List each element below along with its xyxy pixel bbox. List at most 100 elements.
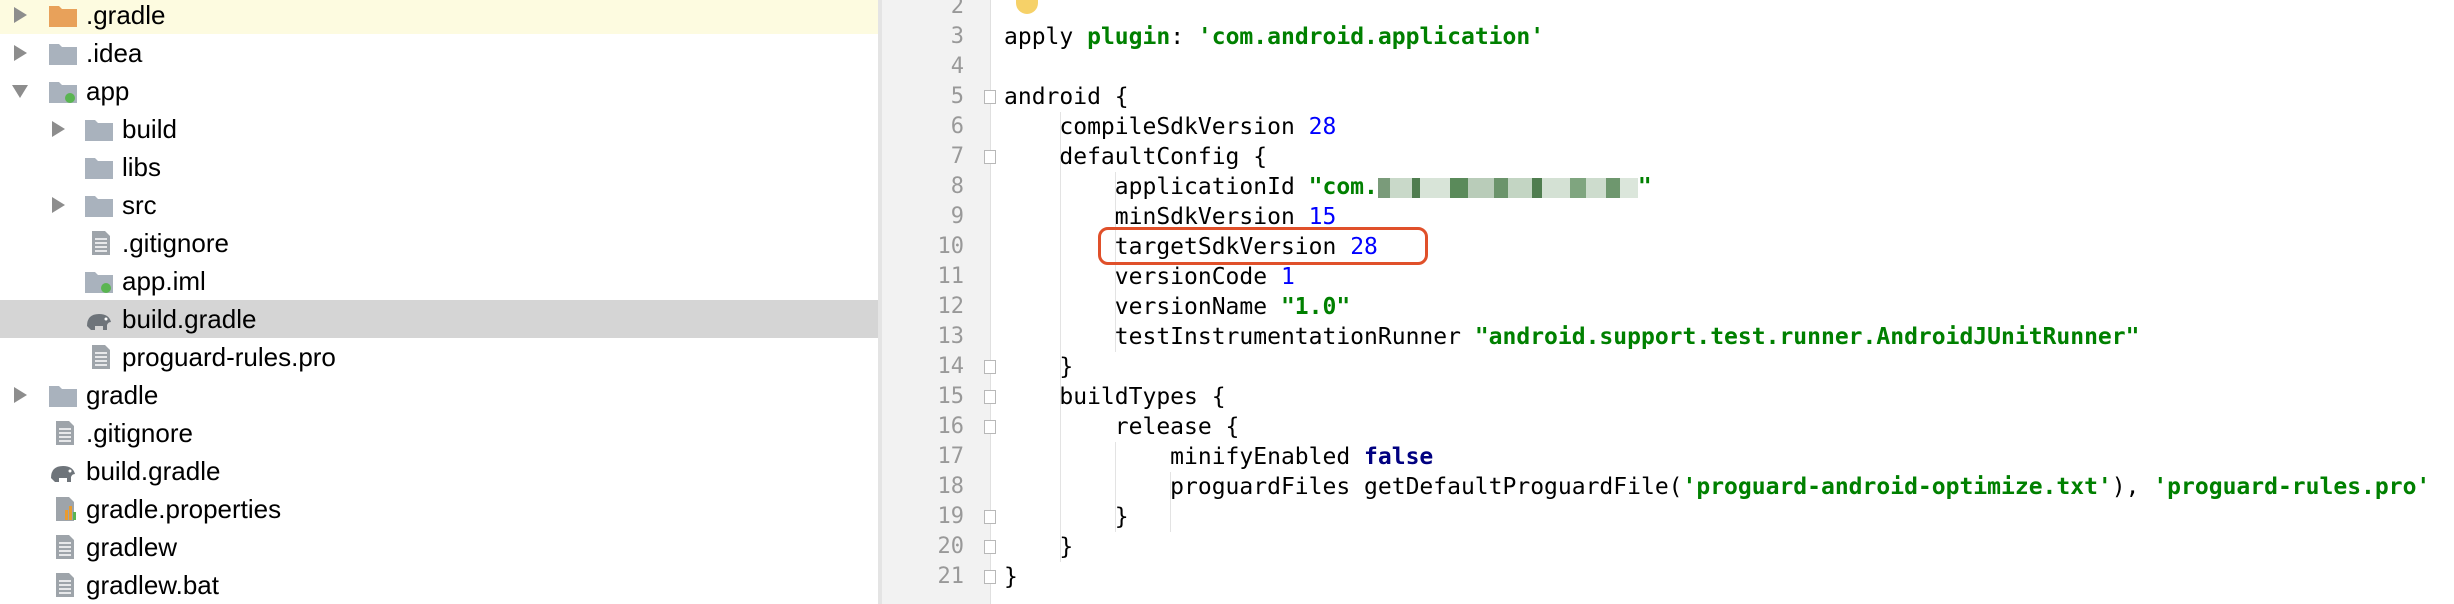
tree-item-label: build.gradle xyxy=(86,456,221,486)
tree-item-app-build-gradle[interactable]: build.gradle xyxy=(0,300,878,338)
line-number: 9 xyxy=(950,204,964,229)
tree-item-build-dir[interactable]: build xyxy=(0,110,878,148)
tree-item-label: app.iml xyxy=(122,266,206,296)
tree-item-label: gradle.properties xyxy=(86,494,282,524)
line-number: 15 xyxy=(937,384,965,409)
tree-item-idea[interactable]: .idea xyxy=(0,34,878,72)
tree-item-label: build.gradle xyxy=(122,304,257,334)
line-number: 18 xyxy=(937,474,965,499)
line-number: 21 xyxy=(937,564,965,589)
tree-item-gradle[interactable]: gradle xyxy=(0,376,878,414)
code-line-12: versionName "1.0" xyxy=(1004,294,1351,320)
tree-item-gitignore[interactable]: .gitignore xyxy=(0,414,878,452)
line-number: 5 xyxy=(950,84,964,109)
fold-marker-icon[interactable] xyxy=(984,540,996,554)
code-line-11: versionCode 1 xyxy=(1004,264,1295,290)
tree-item-src[interactable]: src xyxy=(0,186,878,224)
properties-file-icon xyxy=(56,497,76,521)
line-number: 19 xyxy=(937,504,965,529)
folder-orange-icon xyxy=(49,6,77,27)
tree-item-app[interactable]: app xyxy=(0,72,878,110)
tree-item-label: gradlew.bat xyxy=(86,570,219,600)
tree-item-app-iml[interactable]: app.iml xyxy=(0,262,878,300)
code-line-16: release { xyxy=(1004,414,1240,440)
fold-marker-icon[interactable] xyxy=(984,390,996,404)
tree-item-label: build xyxy=(122,114,177,144)
text-file-icon xyxy=(56,421,74,445)
code-line-18: proguardFiles getDefaultProguardFile('pr… xyxy=(1004,474,2431,500)
line-number: 13 xyxy=(937,324,965,349)
folder-icon xyxy=(85,196,113,217)
folder-icon xyxy=(85,120,113,141)
line-number: 14 xyxy=(937,354,965,379)
tree-item-label: proguard-rules.pro xyxy=(122,342,336,372)
project-tree: .gradle .idea app build libs src .gitign… xyxy=(0,0,878,604)
code-line-17: minifyEnabled false xyxy=(1004,444,1434,470)
highlight-annotation xyxy=(1098,227,1428,265)
collapse-arrow-icon[interactable] xyxy=(12,85,28,98)
fold-marker-icon[interactable] xyxy=(984,570,996,584)
code-line-3: apply plugin: 'com.android.application' xyxy=(1004,24,1545,50)
line-number: 4 xyxy=(950,54,964,79)
line-number: 2 xyxy=(950,0,964,19)
tree-item-proguard-rules[interactable]: proguard-rules.pro xyxy=(0,338,878,376)
line-number: 17 xyxy=(937,444,965,469)
line-number: 3 xyxy=(950,24,964,49)
tree-item-app-gitignore[interactable]: .gitignore xyxy=(0,224,878,262)
line-number: 8 xyxy=(950,174,964,199)
module-folder-icon xyxy=(49,82,77,103)
code-line-19: } xyxy=(1004,504,1129,530)
tree-item-gradle-dir[interactable]: .gradle xyxy=(0,0,878,34)
code-line-14: } xyxy=(1004,354,1074,380)
code-line-8: applicationId "com. " xyxy=(1004,174,1652,200)
tree-item-gradlew-bat[interactable]: gradlew.bat xyxy=(0,566,878,604)
line-number: 11 xyxy=(937,264,965,289)
fold-marker-icon[interactable] xyxy=(984,90,996,104)
fold-marker-icon[interactable] xyxy=(984,510,996,524)
folder-icon xyxy=(85,158,113,179)
code-line-5: android { xyxy=(1004,84,1129,110)
expand-arrow-icon[interactable] xyxy=(14,45,27,61)
tree-item-label: libs xyxy=(122,152,162,182)
tree-item-label: src xyxy=(122,190,157,220)
line-number: 16 xyxy=(937,414,965,439)
tree-item-label: .gitignore xyxy=(122,228,229,258)
code-line-15: buildTypes { xyxy=(1004,384,1226,410)
folder-icon xyxy=(49,386,77,407)
tree-item-gradle-properties[interactable]: gradle.properties xyxy=(0,490,878,528)
text-file-icon xyxy=(92,345,110,369)
expand-arrow-icon[interactable] xyxy=(14,387,27,403)
expand-arrow-icon[interactable] xyxy=(14,7,27,23)
tree-item-label: .idea xyxy=(86,38,143,68)
expand-arrow-icon[interactable] xyxy=(52,197,65,213)
code-line-7: defaultConfig { xyxy=(1004,144,1268,170)
gradle-elephant-icon xyxy=(51,466,75,482)
tree-item-gradlew[interactable]: gradlew xyxy=(0,528,878,566)
redacted-text xyxy=(1377,174,1638,200)
fold-marker-icon[interactable] xyxy=(984,150,996,164)
code-line-20: } xyxy=(1004,534,1074,560)
code-line-21: } xyxy=(1004,564,1018,590)
line-number: 10 xyxy=(937,234,965,259)
tree-item-libs[interactable]: libs xyxy=(0,148,878,186)
tree-item-label: .gitignore xyxy=(86,418,193,448)
fold-marker-icon[interactable] xyxy=(984,360,996,374)
code-line-13: testInstrumentationRunner "android.suppo… xyxy=(1004,324,2140,350)
module-file-icon xyxy=(85,272,113,293)
line-number: 6 xyxy=(950,114,964,139)
folder-icon xyxy=(49,44,77,65)
line-number: 20 xyxy=(937,534,965,559)
fold-marker-icon[interactable] xyxy=(984,420,996,434)
tree-item-label: app xyxy=(86,76,130,106)
tree-item-label: gradlew xyxy=(86,532,178,562)
tree-item-build-gradle[interactable]: build.gradle xyxy=(0,452,878,490)
text-file-icon xyxy=(92,231,110,255)
expand-arrow-icon[interactable] xyxy=(52,121,65,137)
code-line-6: compileSdkVersion 28 xyxy=(1004,114,1337,140)
line-number: 12 xyxy=(937,294,965,319)
tree-item-label: gradle xyxy=(86,380,159,410)
tree-item-label: .gradle xyxy=(86,0,166,30)
text-file-icon xyxy=(56,573,74,597)
text-file-icon xyxy=(56,535,74,559)
line-number: 7 xyxy=(950,144,964,169)
